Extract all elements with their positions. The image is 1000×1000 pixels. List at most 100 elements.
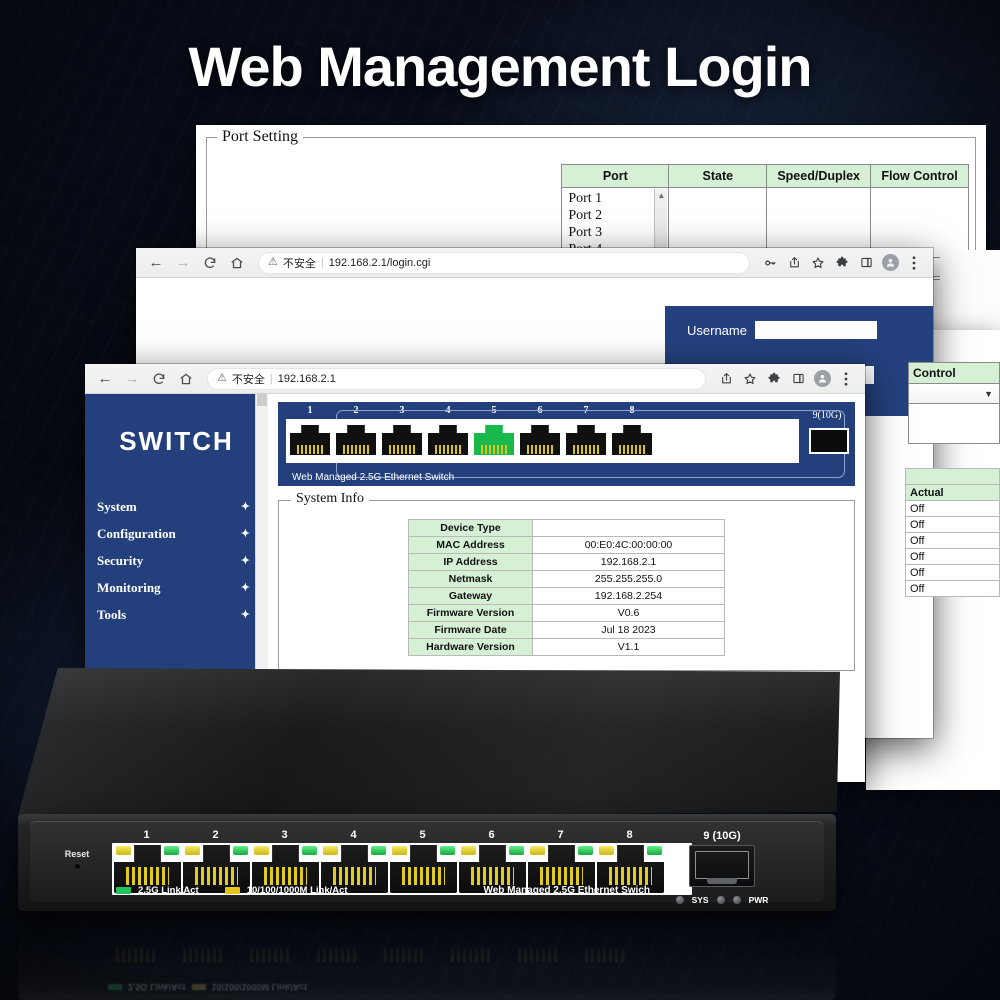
back-icon[interactable]: ← [144, 251, 168, 275]
sys-led-icon [675, 896, 684, 904]
expander-icon[interactable]: ✦ [241, 581, 250, 594]
table-row: Firmware Date Jul 18 2023 [408, 621, 725, 639]
sidebar-item-system[interactable]: System ✦ [85, 493, 268, 520]
sidepanel-icon[interactable] [787, 368, 809, 390]
sidebar-item-label: Configuration [97, 525, 176, 541]
partial-column-body [908, 404, 1000, 444]
list-item[interactable]: Port 3 [568, 224, 662, 241]
pwr-led-icon [732, 896, 741, 904]
reload-icon[interactable] [147, 367, 171, 391]
address-bar-login[interactable]: ⚠ 不安全 | 192.168.2.1/login.cgi [258, 251, 750, 274]
ui-port-jack-7[interactable] [564, 421, 608, 455]
column-header-port: Port [561, 164, 670, 188]
extensions-icon[interactable] [831, 252, 853, 274]
share-icon[interactable] [783, 252, 805, 274]
sidebar-item-configuration[interactable]: Configuration ✦ [85, 520, 268, 547]
row-value-firmware-version: V0.6 [532, 604, 725, 622]
browser-action-icons-switch [715, 368, 857, 390]
ui-port-jack-1[interactable] [288, 421, 332, 455]
list-item[interactable]: Port 2 [568, 207, 662, 224]
not-secure-warning-icon: ⚠ [217, 372, 227, 384]
column-header-flow-control: Flow Control [870, 164, 969, 188]
reset-pinhole-icon[interactable] [74, 864, 80, 869]
led-green-icon [233, 846, 248, 855]
profile-avatar[interactable] [811, 368, 833, 390]
device-port-number: 1 [143, 829, 150, 841]
physical-switch-device: Reset 1 2 3 4 5 6 7 8 2.5G Link/Act 10/1… [14, 668, 840, 923]
home-icon[interactable] [225, 251, 249, 275]
led-yellow-icon [461, 846, 476, 855]
sidebar-item-security[interactable]: Security ✦ [85, 547, 268, 574]
table-row: Netmask 255.255.255.0 [408, 570, 725, 588]
sidebar-menu: System ✦ Configuration ✦ Security ✦ Moni… [85, 493, 268, 628]
not-secure-warning-icon: ⚠ [268, 256, 278, 268]
device-port-number: 4 [350, 829, 357, 841]
sidebar-item-label: Tools [97, 606, 127, 622]
table-row: MAC Address 00:E0:4C:00:00:00 [408, 536, 725, 554]
device-chassis-top [17, 668, 840, 818]
reflection-legend-label-yellow: 10/100/1000M Link/Act [211, 982, 308, 992]
row-key-mac-address: MAC Address [408, 536, 533, 554]
actual-spacer-header [905, 468, 1000, 485]
actual-value: Off [905, 500, 1000, 517]
reload-icon[interactable] [198, 251, 222, 275]
share-icon[interactable] [715, 368, 737, 390]
port-setting-legend: Port Setting [217, 128, 304, 146]
led-green-icon [371, 846, 386, 855]
device-port-number: 6 [488, 829, 495, 841]
menu-kebab-icon[interactable] [903, 252, 925, 274]
device-port-number: 5 [419, 829, 426, 841]
ui-sfp-label: 9(10G) [812, 410, 842, 421]
browser-toolbar-switch: ← → ⚠ 不安全 | 192.168.2.1 [85, 364, 865, 394]
menu-kebab-icon[interactable] [835, 368, 857, 390]
ui-port-jack-4[interactable] [426, 421, 470, 455]
system-info-wrapper: System Info Device Type MAC Address 00:E… [278, 491, 855, 671]
led-yellow-icon [599, 846, 614, 855]
forward-icon[interactable]: → [171, 251, 195, 275]
list-item[interactable]: Port 1 [568, 190, 662, 207]
scrollbar-thumb[interactable] [257, 394, 267, 406]
led-green-icon [302, 846, 317, 855]
system-info-legend: System Info [291, 491, 370, 507]
partial-actual-table: Actual Off Off Off Off Off Off [905, 468, 1000, 597]
ui-port-jack-2[interactable] [334, 421, 378, 455]
expander-icon[interactable]: ✦ [241, 554, 250, 567]
expander-icon[interactable]: ✦ [241, 500, 250, 513]
partial-flow-control-select[interactable]: ▼ [908, 384, 1000, 404]
actual-value: Off [905, 580, 1000, 597]
led-yellow-icon [530, 846, 545, 855]
legend-label-2-5g: 2.5G Link/Act [138, 885, 199, 896]
ui-port-jack-5-active[interactable] [472, 421, 516, 455]
ui-port-jack-3[interactable] [380, 421, 424, 455]
ui-port-jack-8[interactable] [610, 421, 654, 455]
key-icon[interactable] [759, 252, 781, 274]
browser-toolbar-login: ← → ⚠ 不安全 | 192.168.2.1/login.cgi [136, 248, 933, 278]
row-value-ip-address: 192.168.2.1 [532, 553, 725, 571]
actual-value: Off [905, 564, 1000, 581]
home-icon[interactable] [174, 367, 198, 391]
star-icon[interactable] [807, 252, 829, 274]
led-green-icon [164, 846, 179, 855]
actual-value: Off [905, 516, 1000, 533]
led-yellow-icon [185, 846, 200, 855]
reset-button[interactable]: Reset [48, 849, 106, 869]
sidebar-item-monitoring[interactable]: Monitoring ✦ [85, 574, 268, 601]
ui-port-jack-6[interactable] [518, 421, 562, 455]
device-rj45-port-5 [390, 845, 457, 893]
url-text: 192.168.2.1/login.cgi [328, 256, 431, 269]
expander-icon[interactable]: ✦ [241, 608, 250, 621]
star-icon[interactable] [739, 368, 761, 390]
scroll-up-icon[interactable]: ▲ [655, 191, 667, 200]
sidepanel-icon[interactable] [855, 252, 877, 274]
forward-icon[interactable]: → [120, 367, 144, 391]
username-input[interactable] [754, 321, 877, 339]
expander-icon[interactable]: ✦ [241, 527, 250, 540]
back-icon[interactable]: ← [93, 367, 117, 391]
ui-sfp-port[interactable] [809, 428, 849, 454]
address-bar-switch[interactable]: ⚠ 不安全 | 192.168.2.1 [207, 367, 706, 390]
extensions-icon[interactable] [763, 368, 785, 390]
led-green-icon [440, 846, 455, 855]
profile-avatar[interactable] [879, 252, 901, 274]
sidebar-item-tools[interactable]: Tools ✦ [85, 601, 268, 628]
row-key-gateway: Gateway [408, 587, 533, 605]
